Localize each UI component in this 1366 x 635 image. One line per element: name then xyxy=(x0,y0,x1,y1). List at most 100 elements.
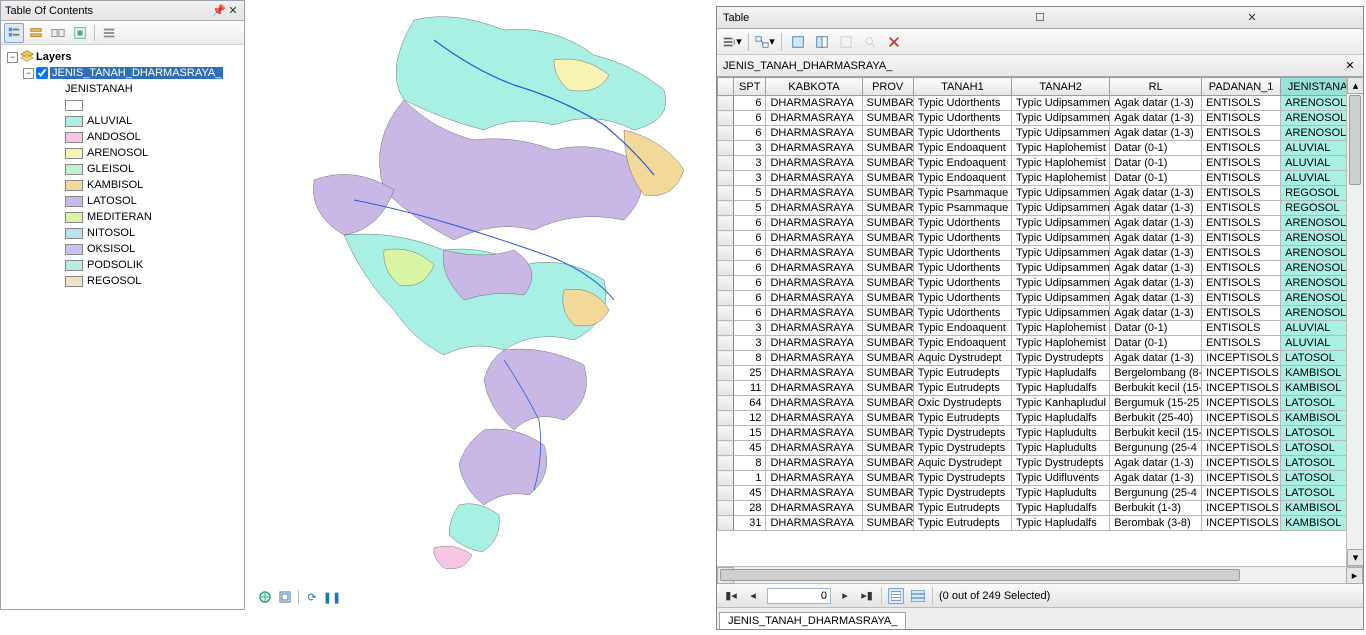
pause-icon[interactable]: ❚❚ xyxy=(325,590,339,604)
table-cell[interactable]: DHARMASRAYA xyxy=(766,486,862,501)
table-cell[interactable]: Typic Eutrudepts xyxy=(913,381,1011,396)
table-cell[interactable]: Typic Endoaquent xyxy=(913,156,1011,171)
table-cell[interactable]: INCEPTISOLS xyxy=(1202,396,1281,411)
table-cell[interactable]: SUMBAR xyxy=(862,141,913,156)
table-cell[interactable]: DHARMASRAYA xyxy=(766,396,862,411)
table-cell[interactable]: Agak datar (1-3) xyxy=(1110,216,1202,231)
table-cell[interactable]: SUMBAR xyxy=(862,111,913,126)
table-row[interactable]: 6DHARMASRAYASUMBARTypic UdorthentsTypic … xyxy=(718,111,1363,126)
table-cell[interactable]: Agak datar (1-3) xyxy=(1110,231,1202,246)
table-cell[interactable]: INCEPTISOLS xyxy=(1202,426,1281,441)
layer-visibility-checkbox[interactable] xyxy=(36,67,48,79)
data-view-icon[interactable] xyxy=(258,590,272,604)
table-cell[interactable]: Typic Udipsammen xyxy=(1012,246,1110,261)
table-cell[interactable]: SUMBAR xyxy=(862,276,913,291)
table-cell[interactable]: 12 xyxy=(734,411,766,426)
table-cell[interactable]: 3 xyxy=(734,321,766,336)
table-cell[interactable]: DHARMASRAYA xyxy=(766,306,862,321)
table-cell[interactable]: Typic Haplohemist xyxy=(1012,321,1110,336)
table-cell[interactable]: ENTISOLS xyxy=(1202,171,1281,186)
table-cell[interactable]: ENTISOLS xyxy=(1202,246,1281,261)
show-all-icon[interactable] xyxy=(888,588,904,604)
table-cell[interactable]: 11 xyxy=(734,381,766,396)
table-cell[interactable]: ENTISOLS xyxy=(1202,321,1281,336)
table-cell[interactable]: Typic Hapludalfs xyxy=(1012,411,1110,426)
table-cell[interactable]: SUMBAR xyxy=(862,351,913,366)
table-cell[interactable]: Typic Udipsammen xyxy=(1012,231,1110,246)
layers-root-label[interactable]: Layers xyxy=(36,51,71,63)
legend-item[interactable]: ANDOSOL xyxy=(7,129,244,145)
table-cell[interactable]: SUMBAR xyxy=(862,126,913,141)
table-cell[interactable]: Agak datar (1-3) xyxy=(1110,201,1202,216)
table-row[interactable]: 8DHARMASRAYASUMBARAquic DystrudeptTypic … xyxy=(718,351,1363,366)
list-by-visibility-icon[interactable] xyxy=(48,23,68,43)
table-cell[interactable]: INCEPTISOLS xyxy=(1202,486,1281,501)
last-record-icon[interactable]: ▸▮ xyxy=(859,588,875,604)
show-selected-icon[interactable] xyxy=(910,588,926,604)
table-cell[interactable]: 45 xyxy=(734,441,766,456)
table-cell[interactable]: Berbukit kecil (15- xyxy=(1110,426,1202,441)
table-cell[interactable]: Bergumuk (15-25 xyxy=(1110,396,1202,411)
scroll-down-icon[interactable]: ▾ xyxy=(1347,549,1363,566)
table-cell[interactable]: Oxic Dystrudepts xyxy=(913,396,1011,411)
table-cell[interactable]: Typic Haplohemist xyxy=(1012,171,1110,186)
table-cell[interactable]: Typic Endoaquent xyxy=(913,321,1011,336)
table-cell[interactable]: Typic Udorthents xyxy=(913,276,1011,291)
table-row[interactable]: 8DHARMASRAYASUMBARAquic DystrudeptTypic … xyxy=(718,456,1363,471)
map-canvas[interactable]: ⟳ ❚❚ xyxy=(254,0,714,610)
table-row[interactable]: 3DHARMASRAYASUMBARTypic EndoaquentTypic … xyxy=(718,141,1363,156)
table-cell[interactable]: 3 xyxy=(734,156,766,171)
refresh-icon[interactable]: ⟳ xyxy=(305,590,319,604)
table-cell[interactable]: DHARMASRAYA xyxy=(766,381,862,396)
table-cell[interactable]: Typic Endoaquent xyxy=(913,336,1011,351)
zoom-selected-icon[interactable] xyxy=(859,32,881,52)
table-cell[interactable]: 6 xyxy=(734,261,766,276)
table-cell[interactable]: ENTISOLS xyxy=(1202,156,1281,171)
table-cell[interactable]: Agak datar (1-3) xyxy=(1110,276,1202,291)
table-cell[interactable]: INCEPTISOLS xyxy=(1202,351,1281,366)
table-cell[interactable]: Agak datar (1-3) xyxy=(1110,126,1202,141)
table-cell[interactable]: Bergelombang (8- xyxy=(1110,366,1202,381)
table-cell[interactable]: SUMBAR xyxy=(862,516,913,531)
table-cell[interactable]: SUMBAR xyxy=(862,426,913,441)
table-row[interactable]: 31DHARMASRAYASUMBARTypic EutrudeptsTypic… xyxy=(718,516,1363,531)
table-cell[interactable]: Typic Endoaquent xyxy=(913,171,1011,186)
table-cell[interactable]: ENTISOLS xyxy=(1202,186,1281,201)
column-header[interactable]: PROV xyxy=(862,78,913,96)
table-cell[interactable]: Berombak (3-8) xyxy=(1110,516,1202,531)
table-row[interactable]: 6DHARMASRAYASUMBARTypic UdorthentsTypic … xyxy=(718,216,1363,231)
table-cell[interactable]: Typic Hapludalfs xyxy=(1012,381,1110,396)
table-cell[interactable]: Typic Udipsammen xyxy=(1012,276,1110,291)
table-cell[interactable]: Typic Psammaque xyxy=(913,186,1011,201)
table-cell[interactable]: 15 xyxy=(734,426,766,441)
table-cell[interactable]: 6 xyxy=(734,111,766,126)
table-cell[interactable]: Typic Dystrudepts xyxy=(913,486,1011,501)
table-cell[interactable]: SUMBAR xyxy=(862,501,913,516)
table-cell[interactable]: Typic Udipsammen xyxy=(1012,96,1110,111)
table-cell[interactable]: DHARMASRAYA xyxy=(766,321,862,336)
list-by-source-icon[interactable] xyxy=(26,23,46,43)
legend-item[interactable]: NITOSOL xyxy=(7,225,244,241)
table-row[interactable]: 5DHARMASRAYASUMBARTypic PsammaqueTypic U… xyxy=(718,201,1363,216)
table-cell[interactable]: SUMBAR xyxy=(862,321,913,336)
table-cell[interactable]: Typic Udipsammen xyxy=(1012,111,1110,126)
table-cell[interactable]: 45 xyxy=(734,486,766,501)
table-cell[interactable]: Agak datar (1-3) xyxy=(1110,246,1202,261)
table-cell[interactable]: 31 xyxy=(734,516,766,531)
table-cell[interactable]: 25 xyxy=(734,366,766,381)
table-cell[interactable]: Typic Hapludalfs xyxy=(1012,501,1110,516)
table-row[interactable]: 15DHARMASRAYASUMBARTypic DystrudeptsTypi… xyxy=(718,426,1363,441)
table-cell[interactable]: Typic Udorthents xyxy=(913,216,1011,231)
table-cell[interactable]: Typic Udorthents xyxy=(913,306,1011,321)
table-cell[interactable]: SUMBAR xyxy=(862,336,913,351)
table-options-icon[interactable]: ▾ xyxy=(721,32,743,52)
table-cell[interactable]: 3 xyxy=(734,141,766,156)
table-cell[interactable]: DHARMASRAYA xyxy=(766,456,862,471)
table-cell[interactable]: DHARMASRAYA xyxy=(766,96,862,111)
table-cell[interactable]: Typic Udifluvents xyxy=(1012,471,1110,486)
table-cell[interactable]: Typic Dystrudepts xyxy=(913,441,1011,456)
table-cell[interactable]: Agak datar (1-3) xyxy=(1110,471,1202,486)
table-cell[interactable]: 6 xyxy=(734,246,766,261)
table-title-bar[interactable]: Table ☐ ✕ xyxy=(717,7,1363,29)
table-cell[interactable]: Typic Udipsammen xyxy=(1012,306,1110,321)
